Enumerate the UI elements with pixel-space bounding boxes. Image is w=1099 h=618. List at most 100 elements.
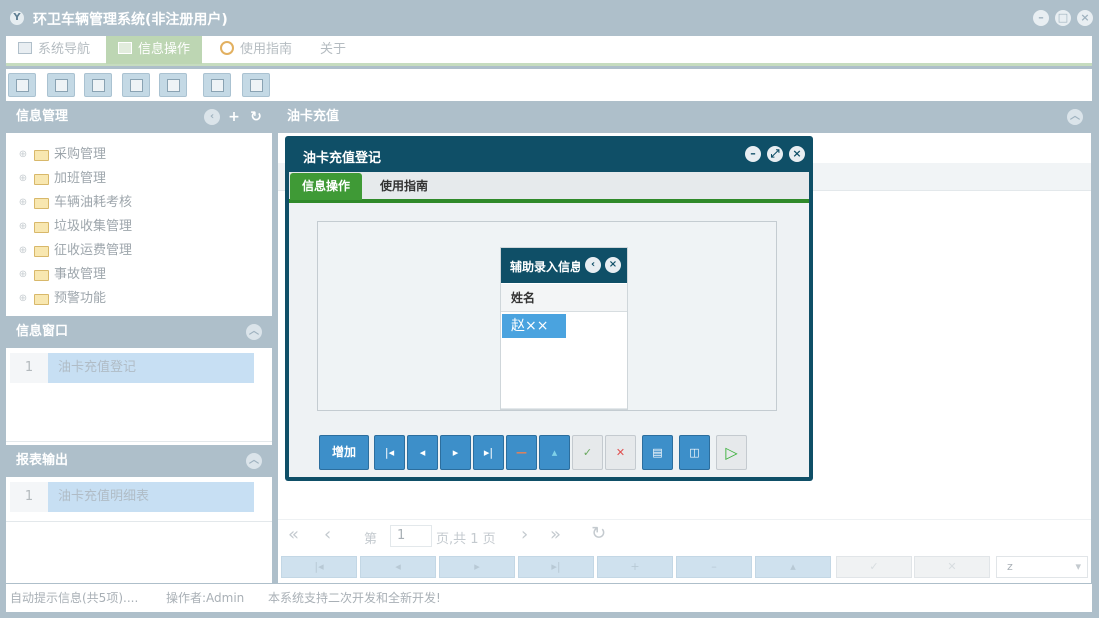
table-row[interactable]: 赵××: [502, 314, 566, 338]
row-label[interactable]: 油卡充值明细表: [48, 482, 254, 512]
confirm-button[interactable]: ✓: [572, 435, 603, 470]
confirm-button[interactable]: ✓: [836, 556, 912, 578]
first-button[interactable]: |◂: [374, 435, 405, 470]
edit-record-button[interactable]: ▴: [755, 556, 831, 578]
menu-item-about[interactable]: 关于: [320, 36, 346, 64]
window-icon: [18, 42, 32, 54]
toolbar-document-button[interactable]: [84, 73, 112, 97]
collapse-up-icon[interactable]: ︿: [1067, 109, 1083, 125]
refresh-icon[interactable]: ↻: [248, 109, 264, 125]
run-button[interactable]: ▷: [716, 435, 747, 470]
expand-icon[interactable]: ⊕: [18, 150, 28, 160]
maximize-icon[interactable]: □: [1055, 10, 1071, 26]
menu-item-label: 信息操作: [138, 42, 191, 57]
row-label[interactable]: 油卡充值登记: [48, 353, 254, 383]
field-select-value: z: [1007, 560, 1013, 573]
last-button[interactable]: ▸|: [473, 435, 504, 470]
add-record-button[interactable]: +: [597, 556, 673, 578]
last-record-button[interactable]: ▸|: [518, 556, 594, 578]
list-item[interactable]: 1 油卡充值登记: [6, 353, 272, 383]
folder-icon: [34, 150, 49, 161]
expand-icon[interactable]: ⤢: [767, 146, 783, 162]
search-icon: [16, 79, 29, 92]
expand-icon[interactable]: ⊕: [18, 174, 28, 184]
report-output-header: 报表输出 ︿: [6, 445, 272, 477]
status-hint: 自动提示信息(共5项)....: [10, 591, 139, 605]
tab-guide[interactable]: 使用指南: [368, 173, 440, 200]
menu-item-info-ops[interactable]: 信息操作: [106, 36, 203, 64]
app-title: 环卫车辆管理系统(非注册用户): [33, 12, 228, 28]
list-item[interactable]: 1 油卡充值明细表: [6, 482, 272, 512]
delete-record-button[interactable]: –: [676, 556, 752, 578]
collapse-up-icon[interactable]: ︿: [246, 453, 262, 469]
expand-icon[interactable]: ⊕: [18, 246, 28, 256]
tree-item[interactable]: ⊕ 预警功能: [18, 287, 132, 311]
minimize-icon[interactable]: –: [745, 146, 761, 162]
preview-button[interactable]: ◫: [679, 435, 710, 470]
collapse-left-icon[interactable]: ‹: [204, 109, 220, 125]
collapse-left-icon[interactable]: ‹: [585, 257, 601, 273]
toolbar-print-button[interactable]: [242, 73, 270, 97]
close-icon[interactable]: ×: [789, 146, 805, 162]
add-button[interactable]: 增加: [319, 435, 369, 470]
dialog-title: 油卡充值登记: [303, 151, 382, 166]
user-icon: [130, 79, 143, 92]
first-record-button[interactable]: |◂: [281, 556, 357, 578]
collapse-up-icon[interactable]: ︿: [246, 324, 262, 340]
next-button[interactable]: ▸: [440, 435, 471, 470]
page-number-input[interactable]: 1: [390, 525, 432, 547]
tree-item[interactable]: ⊕ 征收运费管理: [18, 239, 132, 263]
tree-item[interactable]: ⊕ 事故管理: [18, 263, 132, 287]
next-page-icon[interactable]: ›: [521, 524, 528, 545]
toolbar-search-button[interactable]: [8, 73, 36, 97]
info-window-header: 信息窗口 ︿: [6, 316, 272, 348]
toolbar-user-button[interactable]: [122, 73, 150, 97]
menu-item-guide[interactable]: 使用指南: [220, 36, 292, 64]
panel-title: 信息管理: [16, 109, 69, 124]
close-icon[interactable]: ×: [605, 257, 621, 273]
next-record-button[interactable]: ▸: [439, 556, 515, 578]
assist-entry-popup: 辅助录入信息 ‹ × 姓名 赵××: [500, 247, 628, 410]
delete-button[interactable]: —: [506, 435, 537, 470]
field-select[interactable]: z ▾: [996, 556, 1088, 578]
cancel-button[interactable]: ✕: [605, 435, 636, 470]
minimize-icon[interactable]: –: [1033, 10, 1049, 26]
tree-item[interactable]: ⊕ 加班管理: [18, 167, 132, 191]
menu-item-nav[interactable]: 系统导航: [18, 36, 90, 64]
tree-item[interactable]: ⊕ 车辆油耗考核: [18, 191, 132, 215]
last-page-icon[interactable]: »: [550, 524, 561, 545]
preview-icon: ◫: [689, 446, 700, 459]
toolbar: [6, 69, 1092, 101]
toolbar-export-button[interactable]: [203, 73, 231, 97]
menu-item-label: 关于: [320, 42, 347, 57]
prev-page-icon[interactable]: ‹: [324, 524, 331, 545]
prev-button[interactable]: ◂: [407, 435, 438, 470]
edit-button[interactable]: ▴: [539, 435, 570, 470]
prev-record-button[interactable]: ◂: [360, 556, 436, 578]
folder-icon: [34, 246, 49, 257]
expand-icon[interactable]: ⊕: [18, 222, 28, 232]
toolbar-preview-button[interactable]: [159, 73, 187, 97]
main-header: 油卡充值 ︿: [278, 101, 1091, 133]
first-page-icon[interactable]: «: [288, 524, 299, 545]
clock-icon: [220, 41, 234, 55]
pager: « ‹ 第 1 页,共 1 页 › » ↻: [278, 519, 1091, 553]
toolbar-list-button[interactable]: [47, 73, 75, 97]
tab-info-ops[interactable]: 信息操作: [290, 173, 363, 200]
export-icon: [211, 79, 224, 92]
print-button[interactable]: ▤: [642, 435, 673, 470]
close-icon[interactable]: ×: [1077, 10, 1093, 26]
refresh-icon[interactable]: ↻: [591, 523, 606, 544]
tree-item[interactable]: ⊕ 垃圾收集管理: [18, 215, 132, 239]
expand-icon[interactable]: ⊕: [18, 198, 28, 208]
column-header-name[interactable]: 姓名: [501, 284, 627, 312]
expand-icon[interactable]: ⊕: [18, 270, 28, 280]
tree-item[interactable]: ⊕ 采购管理: [18, 143, 132, 167]
info-mgmt-header: 信息管理 ‹ + ↻: [6, 101, 272, 133]
add-icon[interactable]: +: [226, 109, 242, 125]
cancel-button[interactable]: ✕: [914, 556, 990, 578]
expand-icon[interactable]: ⊕: [18, 294, 28, 304]
info-window-list: 1 油卡充值登记: [6, 353, 272, 383]
folder-icon: [34, 174, 49, 185]
preview-icon: [167, 79, 180, 92]
